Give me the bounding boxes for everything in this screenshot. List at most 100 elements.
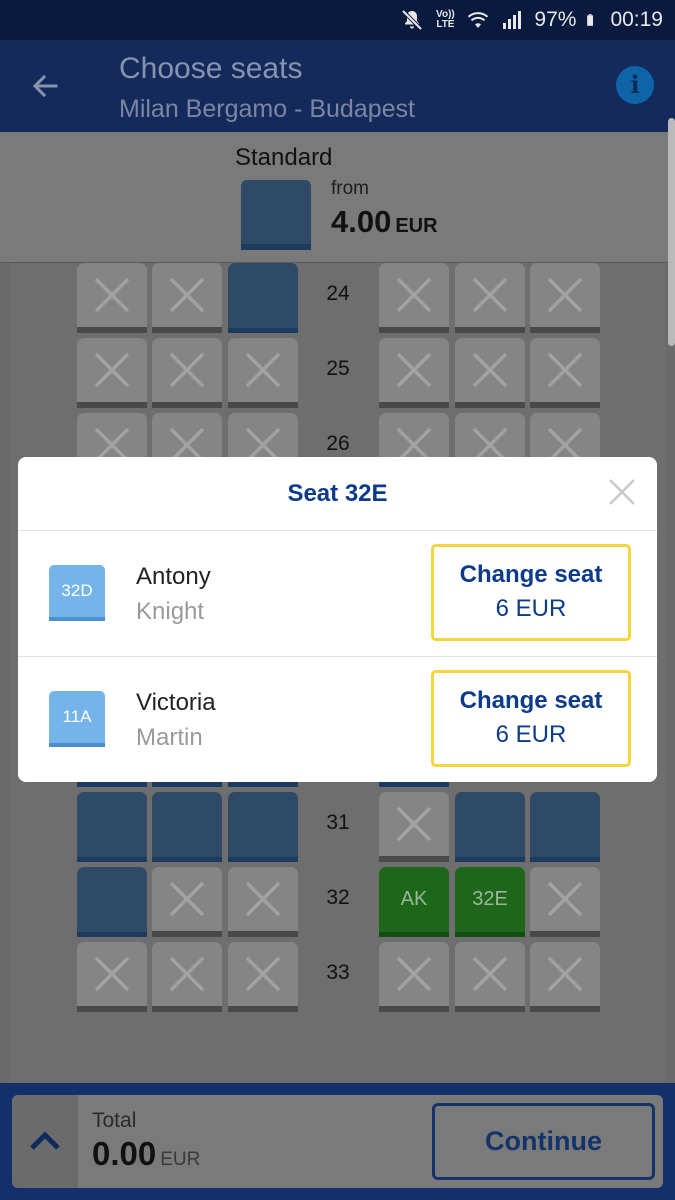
passenger-last-name: Knight xyxy=(136,598,205,625)
change-seat-button[interactable]: Change seat 6 EUR xyxy=(431,544,631,641)
row-number: 31 xyxy=(326,811,350,834)
occupied-seat xyxy=(455,263,525,333)
occupied-seat xyxy=(379,792,449,862)
occupied-seat xyxy=(530,263,600,333)
occupied-x-icon xyxy=(547,352,583,388)
fare-name: Standard xyxy=(235,144,333,171)
occupied-x-icon xyxy=(547,881,583,917)
change-seat-price: 6 EUR xyxy=(495,721,567,748)
passenger-row: 32D Antony Knight Change seat 6 EUR xyxy=(18,531,657,656)
occupied-x-icon xyxy=(94,956,130,992)
battery-percent: 97% xyxy=(534,8,577,31)
occupied-x-icon xyxy=(94,352,130,388)
change-seat-label: Change seat xyxy=(459,687,603,714)
row-number: 32 xyxy=(326,886,350,909)
occupied-seat xyxy=(77,263,147,333)
arrow-left-icon[interactable] xyxy=(26,66,66,106)
selected-seat[interactable]: 32E xyxy=(455,867,525,937)
occupied-seat xyxy=(379,263,449,333)
close-icon[interactable] xyxy=(605,475,639,509)
occupied-x-icon xyxy=(396,352,432,388)
passenger-seat-badge: 11A xyxy=(49,691,105,747)
occupied-x-icon xyxy=(547,277,583,313)
passenger-row: 11A Victoria Martin Change seat 6 EUR xyxy=(18,657,657,782)
occupied-x-icon xyxy=(245,352,281,388)
status-icons: Vo)) LTE 97% 00:19 xyxy=(400,0,663,40)
signal-icon xyxy=(503,11,522,29)
total-value: 0.00 EUR xyxy=(92,1135,200,1173)
occupied-seat xyxy=(228,338,298,408)
fare-seat-swatch xyxy=(241,180,311,250)
fare-price-currency: EUR xyxy=(395,215,438,237)
mute-icon xyxy=(401,9,423,31)
occupied-x-icon xyxy=(169,352,205,388)
available-seat[interactable] xyxy=(77,792,147,862)
expand-total-button[interactable] xyxy=(12,1095,78,1188)
total-amount: 0.00 xyxy=(92,1135,157,1172)
change-seat-label: Change seat xyxy=(459,561,603,588)
available-seat[interactable] xyxy=(228,263,298,333)
occupied-seat xyxy=(228,867,298,937)
occupied-seat xyxy=(152,338,222,408)
fare-price-value: 4.00 xyxy=(331,204,392,239)
row-number: 33 xyxy=(326,961,350,984)
fare-from-label: from xyxy=(331,178,369,199)
occupied-seat xyxy=(530,942,600,1012)
change-seat-button[interactable]: Change seat 6 EUR xyxy=(431,670,631,767)
occupied-seat xyxy=(77,338,147,408)
info-icon[interactable]: i xyxy=(616,66,654,104)
occupied-x-icon xyxy=(245,881,281,917)
passenger-last-name: Martin xyxy=(136,724,203,751)
occupied-x-icon xyxy=(169,277,205,313)
volte-indicator: Vo)) LTE xyxy=(436,9,455,30)
occupied-seat xyxy=(77,942,147,1012)
available-seat[interactable] xyxy=(530,792,600,862)
seat-dialog: Seat 32E 32D Antony Knight Change seat 6… xyxy=(18,457,657,782)
wifi-icon xyxy=(468,12,489,28)
continue-button[interactable]: Continue xyxy=(432,1103,655,1180)
fare-legend: Standard from 4.00 EUR xyxy=(0,132,668,263)
passenger-seat-badge: 32D xyxy=(49,565,105,621)
battery-icon xyxy=(587,14,594,26)
change-seat-price: 6 EUR xyxy=(495,595,567,622)
occupied-x-icon xyxy=(396,806,432,842)
available-seat[interactable] xyxy=(77,867,147,937)
available-seat[interactable] xyxy=(455,792,525,862)
occupied-seat xyxy=(152,867,222,937)
app-header: Choose seats Milan Bergamo - Budapest i xyxy=(0,40,675,132)
row-number: 24 xyxy=(326,282,350,305)
occupied-seat xyxy=(379,338,449,408)
dialog-title: Seat 32E xyxy=(287,480,388,507)
passenger-first-name: Victoria xyxy=(136,689,216,716)
occupied-x-icon xyxy=(472,352,508,388)
occupied-x-icon xyxy=(169,956,205,992)
total-label: Total xyxy=(92,1109,137,1132)
total-card: Total 0.00 EUR Continue xyxy=(12,1095,663,1188)
scrollbar[interactable] xyxy=(668,118,675,346)
occupied-x-icon xyxy=(547,956,583,992)
occupied-x-icon xyxy=(94,277,130,313)
occupied-seat xyxy=(152,263,222,333)
total-currency: EUR xyxy=(160,1149,201,1170)
bottom-bar: Total 0.00 EUR Continue xyxy=(0,1083,675,1200)
occupied-seat xyxy=(530,867,600,937)
passenger-first-name: Antony xyxy=(136,563,211,590)
available-seat[interactable] xyxy=(152,792,222,862)
page-title: Choose seats xyxy=(119,52,303,85)
occupied-seat xyxy=(530,338,600,408)
occupied-seat xyxy=(152,942,222,1012)
row-number: 25 xyxy=(326,357,350,380)
occupied-seat xyxy=(455,338,525,408)
occupied-x-icon xyxy=(396,956,432,992)
row-number: 26 xyxy=(326,432,350,455)
available-seat[interactable] xyxy=(228,792,298,862)
occupied-x-icon xyxy=(169,881,205,917)
occupied-seat xyxy=(379,942,449,1012)
occupied-seat xyxy=(455,942,525,1012)
route-subtitle: Milan Bergamo - Budapest xyxy=(119,95,415,123)
status-bar: Vo)) LTE 97% 00:19 xyxy=(0,0,675,40)
chevron-up-icon xyxy=(30,1131,60,1150)
occupied-seat xyxy=(228,942,298,1012)
occupied-x-icon xyxy=(472,277,508,313)
selected-seat[interactable]: AK xyxy=(379,867,449,937)
